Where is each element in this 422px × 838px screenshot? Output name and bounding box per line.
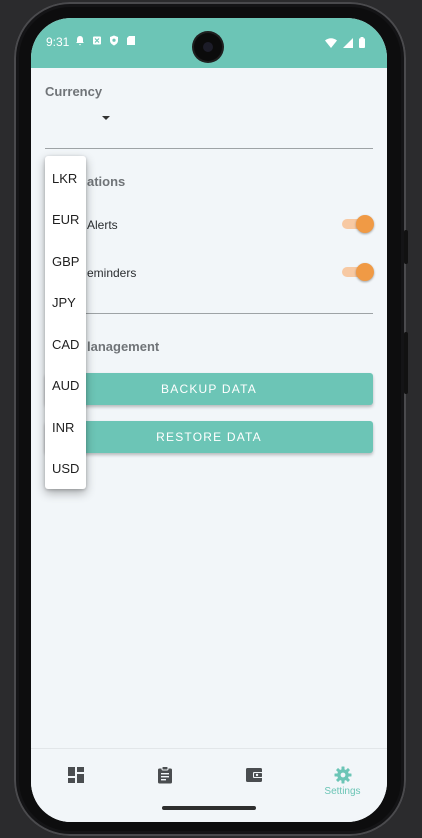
gear-icon (334, 766, 351, 784)
data-management-title: lanagement (87, 339, 160, 354)
currency-label: Currency (45, 84, 103, 99)
wifi-icon (325, 37, 337, 48)
signal-icon (343, 37, 353, 48)
currency-option[interactable]: CAD (52, 337, 79, 352)
currency-dropdown-arrow-icon[interactable] (102, 116, 110, 120)
nav-reports[interactable] (120, 749, 209, 809)
app-screen: 9:31 Currency ations Alerts eminders lan… (31, 18, 387, 822)
power-button (404, 230, 408, 264)
nav-dashboard[interactable] (31, 749, 120, 809)
nav-settings-label: Settings (324, 786, 361, 797)
app-notification-icon (93, 36, 101, 45)
wallet-icon (245, 768, 263, 782)
currency-option[interactable]: JPY (52, 295, 76, 310)
nav-wallet[interactable] (209, 749, 298, 809)
reminders-toggle-thumb (356, 263, 374, 281)
notification-icons (75, 35, 136, 46)
nav-settings[interactable]: Settings (298, 749, 387, 809)
currency-option[interactable]: GBP (52, 254, 79, 269)
currency-divider (45, 148, 373, 149)
notifications-section-title: ations (87, 174, 126, 189)
status-bar: 9:31 (31, 18, 387, 68)
backup-data-button[interactable]: BACKUP DATA (45, 373, 373, 405)
home-indicator[interactable] (162, 806, 256, 810)
currency-option[interactable]: LKR (52, 171, 77, 186)
volume-button (404, 332, 408, 394)
currency-option[interactable]: INR (52, 420, 74, 435)
currency-option[interactable]: USD (52, 461, 79, 476)
system-icons (325, 37, 365, 48)
clipboard-icon (157, 766, 172, 784)
front-camera (194, 33, 222, 61)
bell-icon (76, 36, 84, 46)
reminders-toggle[interactable] (342, 262, 374, 282)
dashboard-icon (67, 767, 84, 783)
currency-option[interactable]: EUR (52, 212, 79, 227)
shield-icon (110, 35, 118, 46)
sd-card-icon (127, 36, 135, 45)
bottom-navigation: Settings (31, 748, 387, 822)
currency-option[interactable]: AUD (52, 378, 79, 393)
status-time: 9:31 (46, 35, 70, 49)
battery-icon (359, 37, 365, 48)
alerts-toggle-thumb (356, 215, 374, 233)
settings-content: Currency ations Alerts eminders lanageme… (31, 68, 387, 748)
restore-data-button[interactable]: RESTORE DATA (45, 421, 373, 453)
reminders-label: eminders (87, 266, 137, 280)
currency-dropdown-menu: LKR EUR GBP JPY CAD AUD INR USD (45, 156, 86, 489)
notifications-divider (45, 313, 373, 314)
alerts-toggle[interactable] (342, 214, 374, 234)
alerts-label: Alerts (87, 218, 118, 232)
